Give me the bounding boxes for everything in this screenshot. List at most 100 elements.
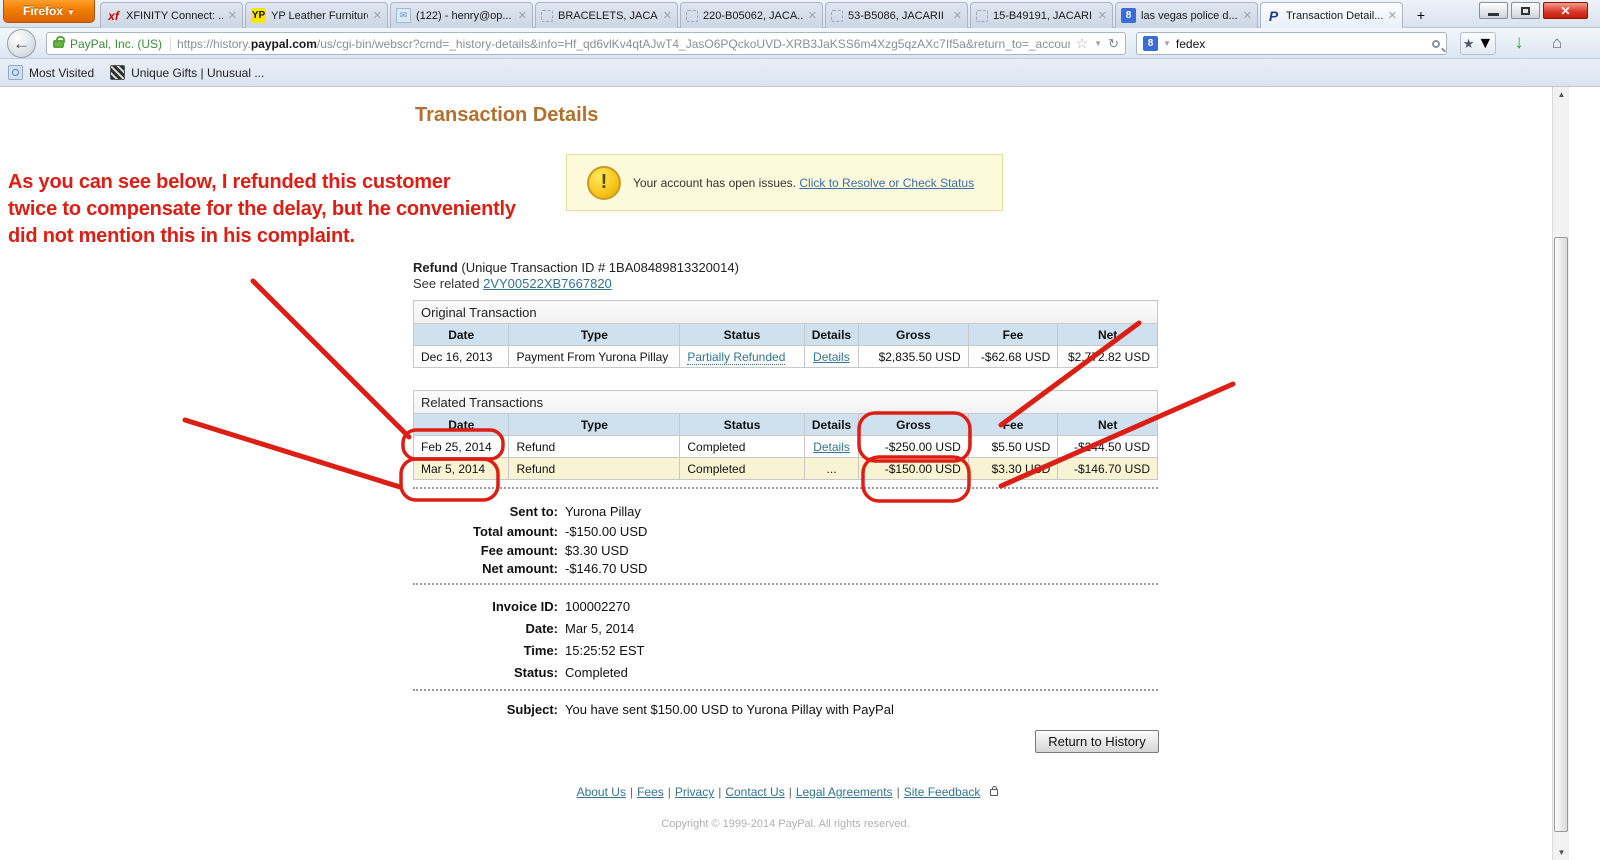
downloads-button[interactable]: ↓ <box>1504 32 1534 55</box>
tab-close-icon[interactable]: ✕ <box>808 9 817 22</box>
home-button[interactable]: ⌂ <box>1542 32 1572 55</box>
footer-link-legal[interactable]: Legal Agreements <box>796 785 893 799</box>
warning-icon: ! <box>587 166 621 200</box>
tab-close-icon[interactable]: ✕ <box>663 9 672 22</box>
search-box[interactable]: 8 ▼ <box>1136 32 1447 55</box>
tab-close-icon[interactable]: ✕ <box>373 9 382 22</box>
tab-close-icon[interactable]: ✕ <box>1388 9 1397 22</box>
site-identity[interactable]: PayPal, Inc. (US) <box>70 37 171 51</box>
navigation-toolbar: ← PayPal, Inc. (US) https://history.payp… <box>0 28 1600 59</box>
tab-close-icon[interactable]: ✕ <box>953 9 962 22</box>
google-icon: 8 <box>1121 8 1136 23</box>
cell-gross: -$150.00 USD <box>859 458 969 480</box>
summary-fee-amount: Fee amount:$3.30 USD <box>413 543 1158 558</box>
tab-webmail[interactable]: ✉ (122) - henry@op... ✕ <box>390 2 533 28</box>
table-row: Dec 16, 2013 Payment From Yurona Pillay … <box>414 346 1158 368</box>
tab-label: 53-B5086, JACARII <box>848 10 948 22</box>
close-button[interactable]: ✕ <box>1543 2 1588 19</box>
tab-las-vegas-police[interactable]: 8 las vegas police d... ✕ <box>1115 2 1258 28</box>
bookmark-label: Most Visited <box>29 66 94 80</box>
search-input[interactable] <box>1176 37 1427 51</box>
return-to-history-button[interactable]: Return to History <box>1035 730 1159 753</box>
cell-fee: $3.30 USD <box>968 458 1058 480</box>
tab-15-b49191[interactable]: 15-B49191, JACARII ✕ <box>970 2 1113 28</box>
details-link[interactable]: Details <box>813 440 850 454</box>
status-link[interactable]: Partially Refunded <box>687 350 785 365</box>
restore-icon <box>1521 7 1530 15</box>
divider <box>413 583 1158 585</box>
refund-heading: Refund (Unique Transaction ID # 1BA08489… <box>413 260 739 275</box>
scrollbar-thumb[interactable] <box>1554 237 1568 832</box>
url-bar[interactable]: PayPal, Inc. (US) https://history.paypal… <box>46 32 1126 55</box>
chevron-down-icon: ▼ <box>67 8 75 17</box>
tab-close-icon[interactable]: ✕ <box>518 9 527 22</box>
tab-close-icon[interactable]: ✕ <box>1098 9 1107 22</box>
page-scrollbar[interactable]: ▲ ▼ <box>1552 87 1569 860</box>
related-transaction-link[interactable]: 2VY00522XB7667820 <box>483 276 612 291</box>
column-header: Type <box>509 414 680 436</box>
tab-close-icon[interactable]: ✕ <box>1243 9 1252 22</box>
meta-invoice-id: Invoice ID:100002270 <box>413 599 1158 614</box>
url-text[interactable]: https://history.paypal.com/us/cgi-bin/we… <box>177 37 1070 51</box>
related-transactions-table: Related Transactions Date Type Status De… <box>413 390 1158 480</box>
bookmark-label: Unique Gifts | Unusual ... <box>131 66 264 80</box>
meta-time: Time:15:25:52 EST <box>413 643 1158 658</box>
bookmark-most-visited[interactable]: Most Visited <box>8 65 94 80</box>
search-engine-icon[interactable]: 8 <box>1143 36 1158 51</box>
footer-link-privacy[interactable]: Privacy <box>675 785 714 799</box>
urlbar-dropdown-icon[interactable]: ▼ <box>1094 39 1102 48</box>
tab-close-icon[interactable]: ✕ <box>228 9 237 22</box>
table-section-title: Related Transactions <box>414 391 1158 414</box>
cell-details: Details <box>804 346 858 368</box>
search-icon[interactable] <box>1432 40 1440 48</box>
bookmark-star-icon[interactable]: ☆ <box>1076 35 1089 52</box>
scroll-up-icon[interactable]: ▲ <box>1553 87 1570 102</box>
cell-date: Feb 25, 2014 <box>414 436 509 458</box>
new-tab-button[interactable]: + <box>1408 6 1434 25</box>
restore-button[interactable] <box>1511 2 1540 19</box>
table-row: Feb 25, 2014 Refund Completed Details -$… <box>414 436 1158 458</box>
footer-link-feedback[interactable]: Site Feedback <box>904 785 981 799</box>
summary-net-amount: Net amount:-$146.70 USD <box>413 561 1158 576</box>
tab-transaction-detail-active[interactable]: P Transaction Detail... ✕ <box>1260 2 1403 28</box>
cell-details: ... <box>804 458 858 480</box>
cell-gross: -$250.00 USD <box>859 436 969 458</box>
cell-net: $2,772.82 USD <box>1058 346 1158 368</box>
minimize-button[interactable] <box>1479 2 1508 19</box>
column-header: Date <box>414 414 509 436</box>
tab-xfinity[interactable]: xf XFINITY Connect: ... ✕ <box>100 2 243 28</box>
placeholder-icon <box>686 10 698 22</box>
resolve-status-link[interactable]: Click to Resolve or Check Status <box>799 176 974 190</box>
tab-220-b05062[interactable]: 220-B05062, JACA... ✕ <box>680 2 823 28</box>
details-link[interactable]: Details <box>813 350 850 364</box>
search-engine-dropdown-icon[interactable]: ▼ <box>1163 39 1171 48</box>
cell-type: Payment From Yurona Pillay <box>509 346 680 368</box>
table-row-highlighted: Mar 5, 2014 Refund Completed ... -$150.0… <box>414 458 1158 480</box>
scroll-down-icon[interactable]: ▼ <box>1553 845 1570 860</box>
bookmarks-menu-button[interactable]: ★▼ <box>1460 32 1496 55</box>
footer-link-about[interactable]: About Us <box>577 785 626 799</box>
home-icon: ⌂ <box>1552 33 1562 52</box>
table-section-title: Original Transaction <box>414 301 1158 324</box>
unique-gifts-icon <box>110 65 125 80</box>
chevron-down-icon: ▼ <box>1477 35 1493 53</box>
cell-date: Mar 5, 2014 <box>414 458 509 480</box>
tab-leather-furniture[interactable]: YP YP Leather Furniture ... ✕ <box>245 2 388 28</box>
mail-icon: ✉ <box>396 8 411 23</box>
cell-status: Completed <box>680 436 805 458</box>
tab-53-b5086[interactable]: 53-B5086, JACARII ✕ <box>825 2 968 28</box>
tab-label: 220-B05062, JACA... <box>703 10 803 22</box>
reload-icon[interactable]: ↻ <box>1108 36 1119 52</box>
column-header: Details <box>804 414 858 436</box>
footer-link-fees[interactable]: Fees <box>637 785 664 799</box>
tab-label: BRACELETS, JACA... <box>558 10 658 22</box>
lock-icon <box>53 40 64 48</box>
divider <box>413 689 1158 691</box>
firefox-menu-button[interactable]: Firefox▼ <box>3 0 95 23</box>
tab-bracelets[interactable]: BRACELETS, JACA... ✕ <box>535 2 678 28</box>
footer-link-contact[interactable]: Contact Us <box>725 785 784 799</box>
back-arrow-icon: ← <box>13 34 30 53</box>
cell-date: Dec 16, 2013 <box>414 346 509 368</box>
back-button[interactable]: ← <box>7 29 36 58</box>
bookmark-unique-gifts[interactable]: Unique Gifts | Unusual ... <box>110 65 264 80</box>
